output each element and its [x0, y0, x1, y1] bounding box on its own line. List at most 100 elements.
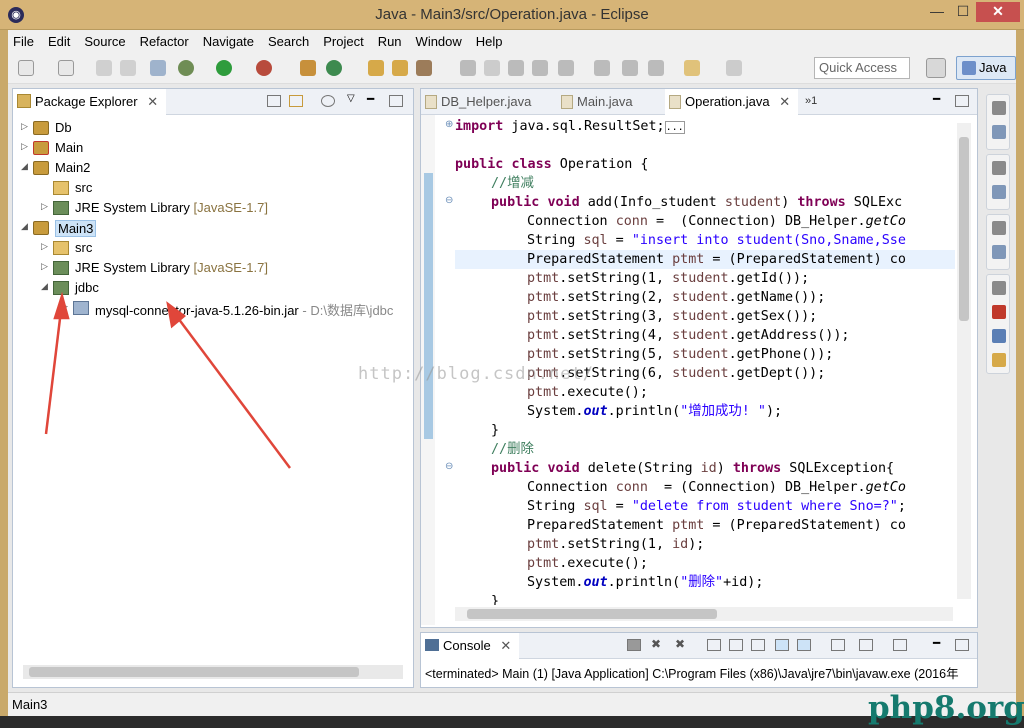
- expand-icon[interactable]: ▷: [21, 141, 31, 152]
- menu-window[interactable]: Window: [416, 34, 462, 49]
- collapse-fold-icon[interactable]: ⊖: [445, 195, 455, 206]
- java-perspective-button[interactable]: Java: [956, 56, 1016, 80]
- save-all-icon[interactable]: [120, 60, 136, 76]
- menu-run[interactable]: Run: [378, 34, 402, 49]
- clear-console-icon[interactable]: [707, 639, 721, 651]
- menu-source[interactable]: Source: [84, 34, 125, 49]
- expand-icon[interactable]: ▷: [41, 261, 51, 272]
- javadoc-icon[interactable]: [992, 329, 1006, 343]
- show-on-output-icon[interactable]: [775, 639, 789, 651]
- hierarchy-icon[interactable]: [992, 245, 1006, 259]
- tab-db-helper[interactable]: DB_Helper.java: [421, 89, 539, 115]
- menu-search[interactable]: Search: [268, 34, 309, 49]
- package-explorer-scrollbar[interactable]: [23, 665, 403, 679]
- tree-item-main3-jre[interactable]: ▷ JRE System Library [JavaSE-1.7]: [41, 259, 401, 279]
- new-java-icon[interactable]: [58, 60, 74, 76]
- tab-overflow-indicator[interactable]: »1: [805, 95, 817, 107]
- collapse-fold-icon[interactable]: ⊖: [445, 461, 455, 472]
- run-icon[interactable]: [216, 60, 232, 76]
- debug-icon[interactable]: [178, 60, 194, 76]
- tree-item-main2[interactable]: ◢ Main2: [21, 159, 321, 179]
- expand-icon[interactable]: ▷: [61, 301, 71, 312]
- menu-help[interactable]: Help: [476, 34, 503, 49]
- prev-annotation-icon[interactable]: [622, 60, 638, 76]
- tree-item-main3-src[interactable]: ▷ src: [41, 239, 341, 259]
- folded-imports-box[interactable]: ...: [664, 121, 685, 134]
- close-view-icon[interactable]: ✕: [500, 638, 511, 653]
- outline-icon[interactable]: [992, 185, 1006, 199]
- tree-item-jdbc[interactable]: ◢ jdbc: [41, 279, 341, 299]
- view-menu-icon[interactable]: ▽: [347, 93, 355, 104]
- problems-icon[interactable]: [992, 305, 1006, 319]
- remove-launch-icon[interactable]: ✖: [651, 638, 665, 651]
- minimize-view-icon[interactable]: ━: [933, 636, 940, 650]
- show-on-error-icon[interactable]: [797, 639, 811, 651]
- scroll-lock-icon[interactable]: [729, 639, 743, 651]
- collapse-icon[interactable]: ◢: [41, 281, 51, 292]
- back-icon[interactable]: [684, 60, 700, 76]
- minimize-button[interactable]: —: [924, 2, 950, 22]
- maximize-view-icon[interactable]: [389, 95, 403, 107]
- menu-refactor[interactable]: Refactor: [140, 34, 189, 49]
- save-icon[interactable]: [96, 60, 112, 76]
- remove-all-icon[interactable]: ✖: [675, 638, 689, 651]
- menu-file[interactable]: File: [13, 34, 34, 49]
- close-button[interactable]: ✕: [976, 2, 1020, 22]
- scroll-thumb[interactable]: [29, 667, 359, 677]
- close-tab-icon[interactable]: ✕: [779, 94, 790, 109]
- word-wrap-icon[interactable]: [751, 639, 765, 651]
- collapse-all-icon[interactable]: [267, 95, 281, 107]
- new-class-icon[interactable]: [326, 60, 342, 76]
- pen-icon[interactable]: [484, 60, 500, 76]
- editor-vertical-scrollbar[interactable]: [957, 123, 971, 599]
- skip-breakpoints-icon[interactable]: [150, 60, 166, 76]
- search-icon[interactable]: [416, 60, 432, 76]
- expand-icon[interactable]: ▷: [41, 201, 51, 212]
- tree-item-db[interactable]: ▷ Db: [21, 119, 321, 139]
- tab-console[interactable]: Console ✕: [421, 633, 520, 659]
- display-console-icon[interactable]: [859, 639, 873, 651]
- quick-access-input[interactable]: Quick Access: [814, 57, 910, 79]
- restore-icon[interactable]: [992, 101, 1006, 115]
- maximize-editor-icon[interactable]: [955, 95, 969, 107]
- maximize-button[interactable]: ☐: [950, 2, 976, 22]
- restore-icon[interactable]: [992, 281, 1006, 295]
- minimize-editor-icon[interactable]: ━: [933, 92, 940, 106]
- menu-edit[interactable]: Edit: [48, 34, 70, 49]
- external-tools-icon[interactable]: [256, 60, 272, 76]
- whitespace-icon[interactable]: [532, 60, 548, 76]
- terminate-icon[interactable]: [627, 639, 641, 651]
- show-source-icon[interactable]: [558, 60, 574, 76]
- forward-icon[interactable]: [726, 60, 742, 76]
- link-editor-icon[interactable]: [289, 95, 303, 107]
- new-icon[interactable]: [18, 60, 34, 76]
- next-annotation-icon[interactable]: [594, 60, 610, 76]
- new-project-icon[interactable]: [300, 60, 316, 76]
- open-perspective-icon[interactable]: [926, 58, 946, 78]
- expand-icon[interactable]: ▷: [41, 241, 51, 252]
- tree-item-main2-src[interactable]: src: [41, 179, 341, 199]
- scroll-thumb[interactable]: [467, 609, 717, 619]
- restore-icon[interactable]: [992, 161, 1006, 175]
- expand-fold-icon[interactable]: ⊕: [445, 119, 455, 130]
- toggle-mark-icon[interactable]: [460, 60, 476, 76]
- code-area[interactable]: import java.sql.ResultSet;... public cla…: [455, 117, 955, 605]
- tree-item-main3[interactable]: ◢ Main3: [21, 219, 321, 239]
- minimize-view-icon[interactable]: ━: [367, 92, 374, 106]
- tree-item-main[interactable]: ▷ Main: [21, 139, 321, 159]
- tree-item-mysql-jar[interactable]: ▷ mysql-connector-java-5.1.26-bin.jar - …: [61, 299, 411, 319]
- editor-horizontal-scrollbar[interactable]: [455, 607, 953, 621]
- tab-package-explorer[interactable]: Package Explorer ✕: [13, 89, 167, 115]
- declaration-icon[interactable]: [992, 353, 1006, 367]
- collapse-icon[interactable]: ◢: [21, 161, 31, 172]
- block-selection-icon[interactable]: [508, 60, 524, 76]
- tree-item-main2-jre[interactable]: ▷ JRE System Library [JavaSE-1.7]: [41, 199, 401, 219]
- menu-navigate[interactable]: Navigate: [203, 34, 254, 49]
- menu-project[interactable]: Project: [323, 34, 363, 49]
- collapse-icon[interactable]: ◢: [21, 221, 31, 232]
- open-type-icon[interactable]: [368, 60, 384, 76]
- open-task-icon[interactable]: [392, 60, 408, 76]
- scroll-thumb[interactable]: [959, 137, 969, 321]
- maximize-view-icon[interactable]: [955, 639, 969, 651]
- focus-task-icon[interactable]: [321, 95, 335, 107]
